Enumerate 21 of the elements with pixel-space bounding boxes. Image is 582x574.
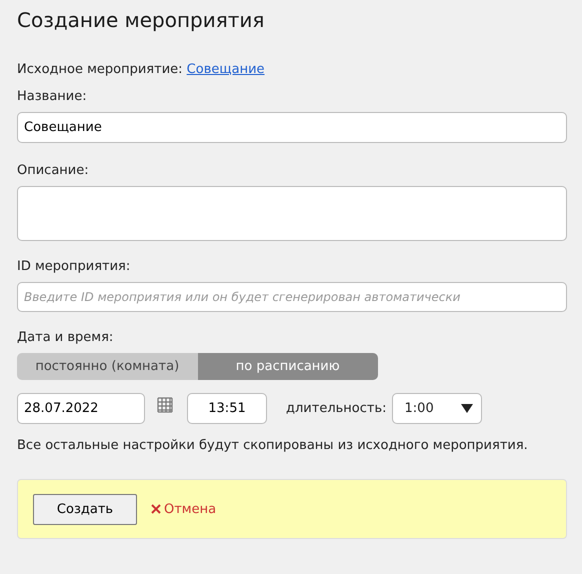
id-label: ID мероприятия: [17, 259, 132, 274]
duration-label: длительность: [286, 401, 387, 416]
time-field[interactable]: 13:51 [187, 393, 267, 424]
close-icon [151, 504, 161, 514]
cancel-link[interactable]: Отмена [151, 502, 216, 516]
description-label: Описание: [17, 163, 90, 178]
note-text: Все остальные настройки будут скопированы из исходного мероприятия. [17, 438, 529, 453]
create-button[interactable]: Создать [33, 494, 137, 524]
source-label: Исходное мероприятие: [17, 62, 183, 77]
id-field[interactable]: Введите ID мероприятия или он будет сгенерирован автоматически [17, 282, 567, 312]
page-title: Создание мероприятия [17, 8, 266, 32]
name-label: Название: [17, 89, 88, 104]
datetime-label: Дата и время: [17, 330, 114, 345]
name-field[interactable]: Совещание [17, 112, 567, 143]
duration-select[interactable]: 1:00 [392, 393, 482, 424]
caret-icon [460, 404, 473, 413]
date-field[interactable]: 28.07.2022 [17, 393, 145, 424]
description-field[interactable] [17, 186, 567, 241]
calendar-icon[interactable] [157, 397, 173, 413]
source-link[interactable]: Совещание [186, 62, 265, 77]
mode-tab[interactable]: постоянно (комната) [17, 353, 198, 380]
